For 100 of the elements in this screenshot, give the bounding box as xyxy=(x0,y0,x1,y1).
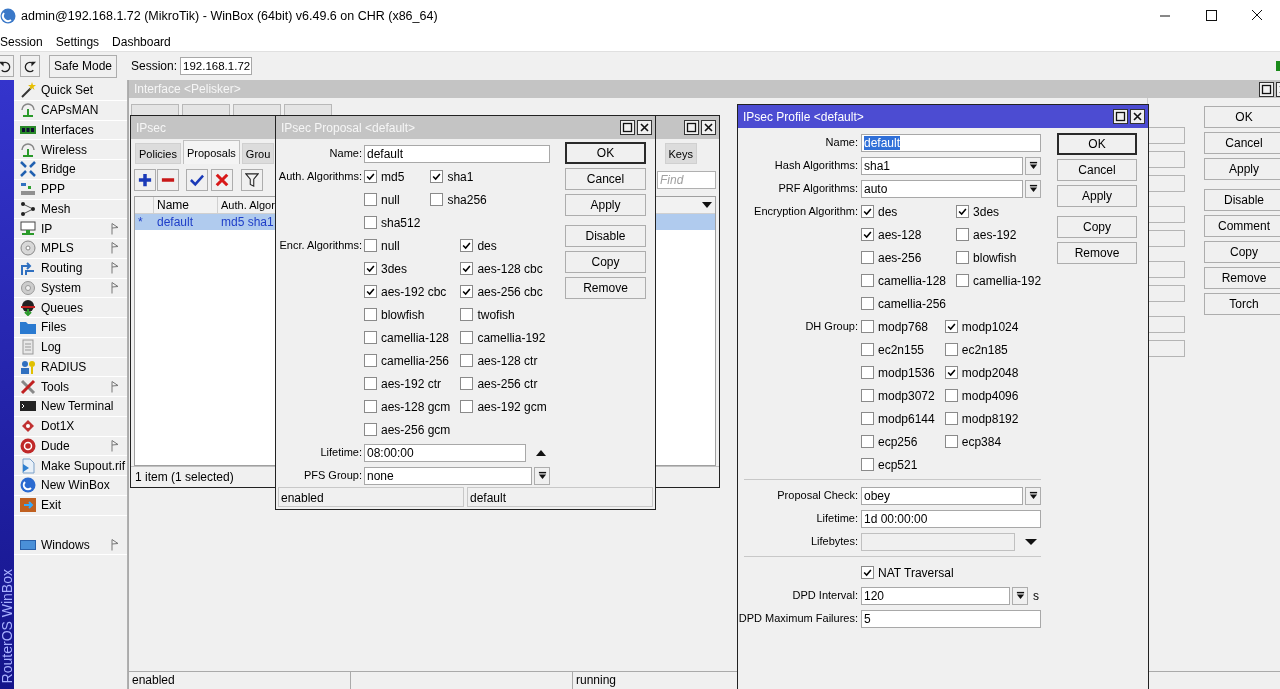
sidebar-item[interactable]: Mesh xyxy=(14,199,127,220)
checkbox-label: camellia-128 xyxy=(878,273,947,288)
dialog-button[interactable]: Apply xyxy=(1057,185,1137,207)
status-cell: enabled xyxy=(129,672,351,689)
menu-item[interactable]: Settings xyxy=(55,34,100,49)
checkbox-label: 3des xyxy=(381,261,408,276)
checkbox-label: md5 xyxy=(381,169,405,184)
dialog-button[interactable]: Remove xyxy=(565,277,646,299)
dialog-button[interactable]: Apply xyxy=(1204,158,1280,180)
checkbox-label: sha1 xyxy=(447,169,474,184)
checkbox-label: camellia-256 xyxy=(878,296,947,311)
status-cell: enabled xyxy=(278,487,464,507)
sidebar-item[interactable]: Queues xyxy=(14,298,127,318)
sidebar-item[interactable]: Dot1X xyxy=(14,416,127,437)
dialog-button[interactable]: Remove xyxy=(1057,242,1137,264)
checkbox-label: blowfish xyxy=(973,250,1017,265)
dialog-button[interactable]: Disable xyxy=(1204,189,1280,211)
checkbox-label: modp2048 xyxy=(961,365,1019,380)
dialog-button[interactable]: Remove xyxy=(1204,267,1280,289)
checkbox-label: aes-256 cbc xyxy=(477,284,543,299)
field-label: Proposal Check: xyxy=(777,489,858,501)
checkbox-label: sha256 xyxy=(447,192,487,207)
sidebar-item[interactable]: Windows xyxy=(14,535,127,556)
sidebar-item[interactable]: Log xyxy=(14,337,127,358)
text-field[interactable]: default xyxy=(861,133,1041,152)
field-label: Encryption Algorithm: xyxy=(754,205,858,217)
safe-mode-button[interactable]: Safe Mode xyxy=(49,54,117,78)
checkbox-label: aes-256 xyxy=(878,250,922,265)
checkbox-label: aes-128 ctr xyxy=(477,353,538,368)
sidebar-item[interactable]: IP xyxy=(14,219,127,239)
sidebar-item[interactable]: PPP xyxy=(14,179,127,200)
checkbox-label: ecp521 xyxy=(878,457,918,472)
dialog-button[interactable]: Apply xyxy=(565,194,646,216)
sidebar-item[interactable]: Routing xyxy=(14,258,127,279)
dialog-button[interactable]: Cancel xyxy=(1057,159,1137,181)
sidebar-item[interactable]: System xyxy=(14,278,127,299)
sidebar-item[interactable]: Interfaces xyxy=(14,120,127,141)
dropdown-field[interactable]: auto xyxy=(861,179,1023,198)
checkbox-label: camellia-192 xyxy=(477,330,546,345)
text-field[interactable]: default xyxy=(364,144,550,163)
field-label: Name: xyxy=(329,147,362,159)
dropdown-field[interactable]: obey xyxy=(861,486,1023,505)
tab[interactable]: Keys xyxy=(664,143,697,164)
field-label: Name: xyxy=(825,136,858,148)
text-field[interactable]: 5 xyxy=(861,609,1041,628)
search-field[interactable]: Find xyxy=(657,171,716,189)
checkbox-label: modp3072 xyxy=(878,388,935,403)
menu-item[interactable]: Dashboard xyxy=(112,34,171,49)
sidebar-item[interactable]: Quick Set xyxy=(14,81,127,101)
dropdown-field[interactable]: sha1 xyxy=(861,156,1023,175)
sidebar-item[interactable]: New WinBox xyxy=(14,476,127,496)
dialog-button[interactable]: OK xyxy=(565,142,646,164)
session-field[interactable]: 192.168.1.72 xyxy=(180,57,253,75)
tab[interactable]: Policies xyxy=(135,143,181,164)
session-label: Session: xyxy=(131,59,178,73)
dialog-button[interactable]: Cancel xyxy=(1204,132,1280,154)
checkbox-label: null xyxy=(381,192,400,207)
tab[interactable]: Proposals xyxy=(182,140,240,164)
sidebar-item[interactable]: MPLS xyxy=(14,239,127,259)
text-field[interactable]: 1d 00:00:00 xyxy=(861,509,1041,528)
sidebar-item[interactable]: Files xyxy=(14,318,127,338)
dialog-button[interactable]: Torch xyxy=(1204,293,1280,315)
dropdown-field[interactable]: 120 xyxy=(861,586,1010,605)
checkbox-label: ecp256 xyxy=(878,434,918,449)
sidebar-item[interactable]: Dude xyxy=(14,436,127,457)
checkbox-label: des xyxy=(477,238,497,253)
menu-item[interactable]: Session xyxy=(0,34,43,49)
column-header[interactable]: Name xyxy=(154,197,218,213)
checkbox-label: aes-192 ctr xyxy=(381,376,442,391)
dialog-button[interactable]: Cancel xyxy=(565,168,646,190)
status-cell-text: running xyxy=(575,672,618,689)
field-label: DPD Interval: xyxy=(792,589,858,601)
dialog-button[interactable]: Copy xyxy=(565,251,646,273)
dialog-button[interactable]: Copy xyxy=(1057,216,1137,238)
dialog-button[interactable]: Comment xyxy=(1204,215,1280,237)
dialog-button[interactable]: OK xyxy=(1057,133,1137,155)
dialog-button[interactable]: Copy xyxy=(1204,241,1280,263)
sidebar-item[interactable]: Make Supout.rif xyxy=(14,456,127,476)
tab[interactable]: Grou xyxy=(241,143,275,164)
checkbox-label: modp1024 xyxy=(961,319,1019,334)
field-label: DH Group: xyxy=(805,320,858,332)
sidebar-item[interactable]: New Terminal xyxy=(14,397,127,417)
dialog-button[interactable]: OK xyxy=(1204,106,1280,128)
sidebar-item[interactable]: Exit xyxy=(14,495,127,516)
sidebar-item[interactable]: RADIUS xyxy=(14,357,127,378)
checkbox-label: NAT Traversal xyxy=(878,565,954,580)
status-cell: default xyxy=(467,487,653,507)
sidebar-item[interactable]: Wireless xyxy=(14,140,127,160)
field-label: Encr. Algorithms: xyxy=(279,239,362,251)
sidebar-item[interactable]: Tools xyxy=(14,377,127,397)
dropdown-field[interactable]: none xyxy=(364,466,532,485)
sidebar-item[interactable]: Bridge xyxy=(14,160,127,180)
sidebar-item[interactable]: CAPsMAN xyxy=(14,100,127,121)
status-text: 1 item (1 selected) xyxy=(135,470,234,484)
checkbox-label: modp8192 xyxy=(961,411,1019,426)
text-field[interactable]: 08:00:00 xyxy=(364,443,526,462)
checkbox-label: twofish xyxy=(477,307,515,322)
table-cell-text: default xyxy=(156,214,195,230)
field-label: DPD Maximum Failures: xyxy=(738,612,858,624)
dialog-button[interactable]: Disable xyxy=(565,225,646,247)
